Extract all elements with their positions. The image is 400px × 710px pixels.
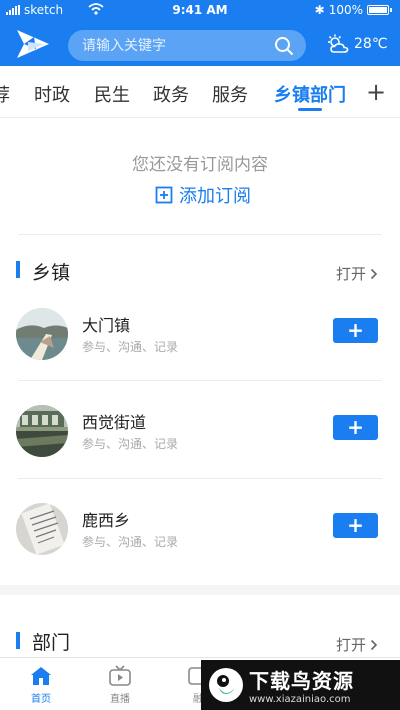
chevron-right-icon <box>370 268 378 279</box>
tab-recommend[interactable]: 荐 <box>0 81 10 107</box>
add-tab-button[interactable]: + <box>366 78 386 106</box>
nav-home-label: 首页 <box>31 694 51 705</box>
tab-politics[interactable]: 时政 <box>34 81 70 107</box>
active-tab-indicator <box>298 108 322 111</box>
category-tabs: 荐 时政 民生 政务 服务 乡镇部门 + <box>0 66 400 118</box>
empty-subscription-message: 您还没有订阅内容 <box>132 155 268 175</box>
weather-temp: 28℃ <box>354 36 388 52</box>
item-name: 鹿西乡 <box>82 511 131 530</box>
tab-services[interactable]: 服务 <box>212 81 248 107</box>
subscribe-button[interactable]: + <box>333 318 378 343</box>
add-subscription-link[interactable]: 添加订阅 <box>155 182 251 208</box>
top-bar: sketch 9:41 AM ✱ 100% 请输入关键字 28℃ <box>0 0 400 66</box>
watermark-logo-icon <box>209 668 243 702</box>
tv-icon <box>109 665 131 686</box>
weather-widget[interactable]: 28℃ <box>326 34 388 54</box>
avatar <box>16 405 68 457</box>
watermark-title: 下载鸟资源 <box>249 669 354 693</box>
search-input[interactable] <box>68 30 268 61</box>
tab-township-departments[interactable]: 乡镇部门 <box>274 81 346 107</box>
status-bar: sketch 9:41 AM ✱ 100% <box>0 0 400 22</box>
item-name: 大门镇 <box>82 316 131 335</box>
avatar <box>16 503 68 555</box>
item-name: 西觉街道 <box>82 413 147 432</box>
watermark-url: www.xiazainiao.com <box>249 694 351 705</box>
bluetooth-icon: ✱ <box>314 3 325 17</box>
battery-icon <box>367 5 389 15</box>
section-marker <box>16 632 20 649</box>
section-title-department: 部门 <box>32 632 71 654</box>
cloudy-sun-icon <box>328 34 349 53</box>
open-label: 打开 <box>335 265 366 283</box>
divider <box>18 380 382 381</box>
tab-government[interactable]: 政务 <box>153 81 189 107</box>
add-box-icon <box>155 186 173 204</box>
section-title-township: 乡镇 <box>32 262 71 284</box>
township-open-link[interactable]: 打开 <box>336 263 378 284</box>
subscribe-button[interactable]: + <box>333 415 378 440</box>
battery-label: 100% <box>328 3 363 17</box>
list-item[interactable]: 大门镇 参与、沟通、记录 + <box>0 308 400 405</box>
item-description: 参与、沟通、记录 <box>82 535 179 549</box>
search-box[interactable] <box>68 30 306 61</box>
watermark: 下载鸟资源 www.xiazainiao.com <box>201 660 400 710</box>
nav-live-label: 直播 <box>110 694 130 705</box>
search-icon[interactable] <box>274 36 294 56</box>
add-subscription-label: 添加订阅 <box>179 186 251 207</box>
item-description: 参与、沟通、记录 <box>82 437 179 451</box>
section-separator <box>0 585 400 595</box>
subscribe-button[interactable]: + <box>333 513 378 538</box>
section-marker <box>16 261 20 278</box>
list-item[interactable]: 西觉街道 参与、沟通、记录 + <box>0 405 400 502</box>
nav-live[interactable]: 直播 <box>100 664 140 705</box>
nav-home[interactable]: 首页 <box>21 664 61 705</box>
tab-livelihood[interactable]: 民生 <box>94 81 130 107</box>
department-open-link[interactable]: 打开 <box>336 634 378 655</box>
item-description: 参与、沟通、记录 <box>82 340 179 354</box>
home-icon <box>31 667 51 685</box>
divider <box>18 234 382 235</box>
chevron-right-icon <box>370 639 378 650</box>
open-label: 打开 <box>335 636 366 654</box>
avatar <box>16 308 68 360</box>
app-logo-icon[interactable] <box>14 25 52 63</box>
divider <box>18 478 382 479</box>
